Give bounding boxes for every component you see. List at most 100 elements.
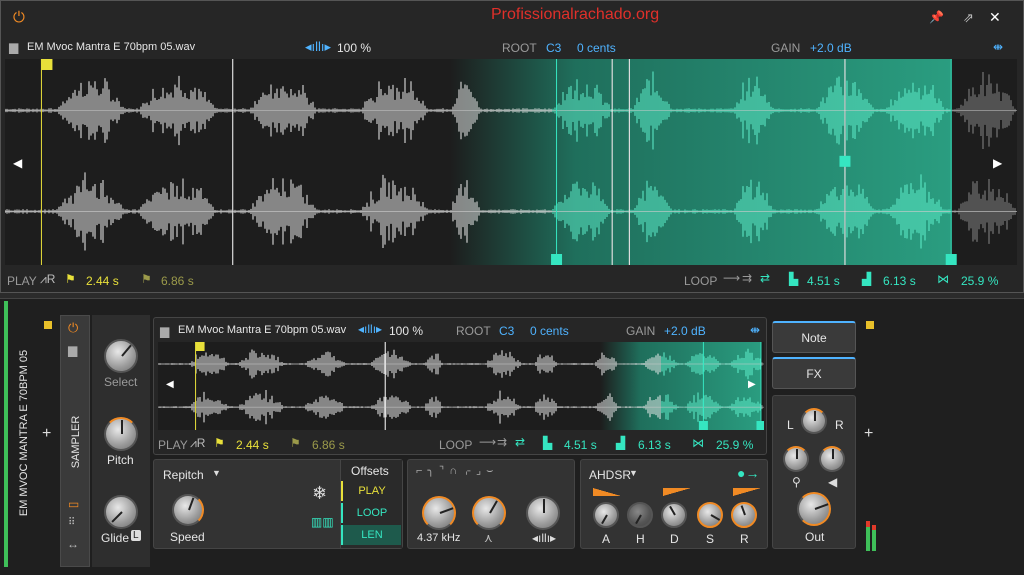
play-start[interactable]: 2.44 s [86, 274, 119, 288]
fit-icon[interactable]: ⇼ [993, 41, 1003, 53]
inner-loop-pingpong-icon[interactable]: ⇄ [515, 436, 525, 448]
filter-type-icons[interactable]: ⌐╮⌝∩⌌⌟⌣ [416, 466, 498, 477]
loop-region[interactable] [600, 342, 761, 430]
device-folder-icon[interactable]: ▆ [68, 344, 77, 356]
gain-value[interactable]: +2.0 dB [810, 41, 852, 55]
device-power-icon[interactable]: ⏻ [68, 321, 78, 334]
cycle-icon[interactable]: ▥▥ [311, 516, 334, 528]
inner-scroll-left-icon[interactable]: ◀ [166, 380, 174, 390]
cutoff-value[interactable]: 4.37 kHz [417, 532, 460, 544]
env-select[interactable]: AHDSR [589, 468, 631, 482]
add-device-left-icon[interactable]: + [42, 426, 51, 442]
decay-knob[interactable] [661, 502, 687, 528]
play-start-flag-icon: ⚑ [65, 272, 76, 286]
hold-knob[interactable] [627, 502, 653, 528]
play-start-handle[interactable] [195, 342, 205, 351]
loop-pingpong-icon[interactable]: ⇄ [760, 272, 770, 284]
fx-button[interactable]: FX [772, 357, 856, 389]
select-knob[interactable] [104, 339, 138, 373]
loop-end-handle[interactable] [945, 254, 957, 265]
inner-loop-start[interactable]: 4.51 s [564, 438, 597, 452]
add-device-right-icon[interactable]: + [864, 426, 873, 442]
speaker-icon: ◀ [828, 475, 838, 489]
chevron-down-icon[interactable]: ▼ [212, 469, 221, 478]
loop-end-handle[interactable] [756, 421, 764, 430]
inner-file-name[interactable]: EM Mvoc Mantra E 70bpm 05.wav [178, 324, 346, 336]
device-header: ⏻ ▆ SAMPLER ▭ ⠿ ↔ [60, 315, 90, 567]
loop-forward-icon[interactable]: ⇉ [742, 272, 752, 284]
scroll-right-icon[interactable]: ▶ [993, 157, 1002, 169]
mode-select[interactable]: Repitch [163, 468, 204, 482]
inner-folder-icon[interactable]: ▆ [160, 325, 169, 337]
inner-play-end[interactable]: 6.86 s [312, 438, 345, 452]
loop-start-handle[interactable] [551, 254, 563, 265]
send-knob[interactable] [819, 446, 845, 472]
inner-loop-xfade[interactable]: 25.9 % [716, 438, 753, 452]
env-trigger-icon[interactable]: ●→ [737, 466, 759, 480]
inner-gain-value[interactable]: +2.0 dB [664, 324, 706, 338]
inner-scroll-right-icon[interactable]: ▶ [748, 380, 756, 390]
close-icon[interactable]: ✕ [989, 10, 1001, 24]
reverse-icon[interactable]: ⩘R [40, 273, 55, 285]
waveform-display[interactable] [5, 59, 1017, 265]
inner-zoom-value[interactable]: 100 % [389, 324, 423, 338]
power-icon[interactable]: ⏻ [13, 10, 25, 25]
inner-loop-end[interactable]: 6.13 s [638, 438, 671, 452]
glide-badge[interactable]: L [131, 530, 141, 541]
root-cents[interactable]: 0 cents [577, 41, 616, 55]
cutoff-knob[interactable] [422, 496, 456, 530]
pan-knob[interactable] [801, 408, 827, 434]
loop-off-icon[interactable]: ⟶ [723, 272, 740, 284]
env-chevron-down-icon[interactable]: ▼ [629, 469, 638, 478]
inner-play-start[interactable]: 2.44 s [236, 438, 269, 452]
loop-region[interactable] [450, 59, 952, 265]
inner-zoom-icon[interactable]: ◂ıllı▸ [358, 323, 382, 335]
expand-icon[interactable]: ▭ [68, 498, 79, 510]
inner-waveform-display[interactable] [158, 342, 764, 430]
sustain-knob[interactable] [697, 502, 723, 528]
inner-reverse-icon[interactable]: ⩘R [190, 437, 205, 449]
waveform-graphic [5, 59, 1017, 265]
inner-loop-off-icon[interactable]: ⟶ [479, 436, 496, 448]
root-note[interactable]: C3 [546, 41, 561, 55]
select-label: Select [104, 375, 138, 389]
glide-knob[interactable] [104, 495, 138, 529]
modulation-icon[interactable]: ↔ [67, 538, 79, 550]
pitch-knob[interactable] [104, 417, 138, 451]
loop-start[interactable]: 4.51 s [807, 274, 840, 288]
attack-knob[interactable] [593, 502, 619, 528]
folder-icon[interactable]: ▆ [9, 41, 18, 53]
resonance-knob[interactable] [472, 496, 506, 530]
speed-knob[interactable] [172, 494, 204, 526]
offset-loop-button[interactable]: LOOP [341, 503, 401, 523]
crossfade-handle[interactable] [839, 155, 851, 167]
release-knob[interactable] [731, 502, 757, 528]
play-start-handle[interactable] [41, 59, 53, 70]
note-button[interactable]: Note [772, 321, 856, 353]
loop-xfade[interactable]: 25.9 % [961, 274, 998, 288]
inner-root-note[interactable]: C3 [499, 324, 514, 338]
loop-start-handle[interactable] [698, 421, 708, 430]
freeze-icon[interactable]: ❄ [312, 484, 327, 502]
popout-icon[interactable]: ⇗ [963, 11, 974, 24]
zoom-icon[interactable]: ◂ıllı▸ [305, 40, 331, 53]
spread-knob[interactable] [783, 446, 809, 472]
track-color-strip [4, 301, 8, 567]
grid-icon[interactable]: ⠿ [68, 518, 75, 528]
loop-end[interactable]: 6.13 s [883, 274, 916, 288]
keytrack-knob[interactable] [526, 496, 560, 530]
sample-editor-window: ⏻ Profissionalrachado.org 📌 ⇗ ✕ ▆ EM Mvo… [0, 0, 1024, 293]
play-end[interactable]: 6.86 s [161, 274, 194, 288]
inner-fit-icon[interactable]: ⇼ [750, 324, 760, 336]
file-name[interactable]: EM Mvoc Mantra E 70bpm 05.wav [27, 41, 195, 53]
zoom-value[interactable]: 100 % [337, 41, 371, 55]
macro-column: Select Pitch Glide L [92, 315, 150, 567]
inner-loop-forward-icon[interactable]: ⇉ [497, 436, 507, 448]
scroll-left-icon[interactable]: ◀ [13, 157, 22, 169]
out-knob[interactable] [797, 492, 831, 526]
inner-root-cents[interactable]: 0 cents [530, 324, 569, 338]
play-end-flag-icon: ⚑ [141, 272, 152, 286]
offset-play-button[interactable]: PLAY [341, 481, 401, 501]
pin-icon[interactable]: 📌 [929, 11, 944, 23]
offset-len-button[interactable]: LEN [341, 525, 401, 545]
